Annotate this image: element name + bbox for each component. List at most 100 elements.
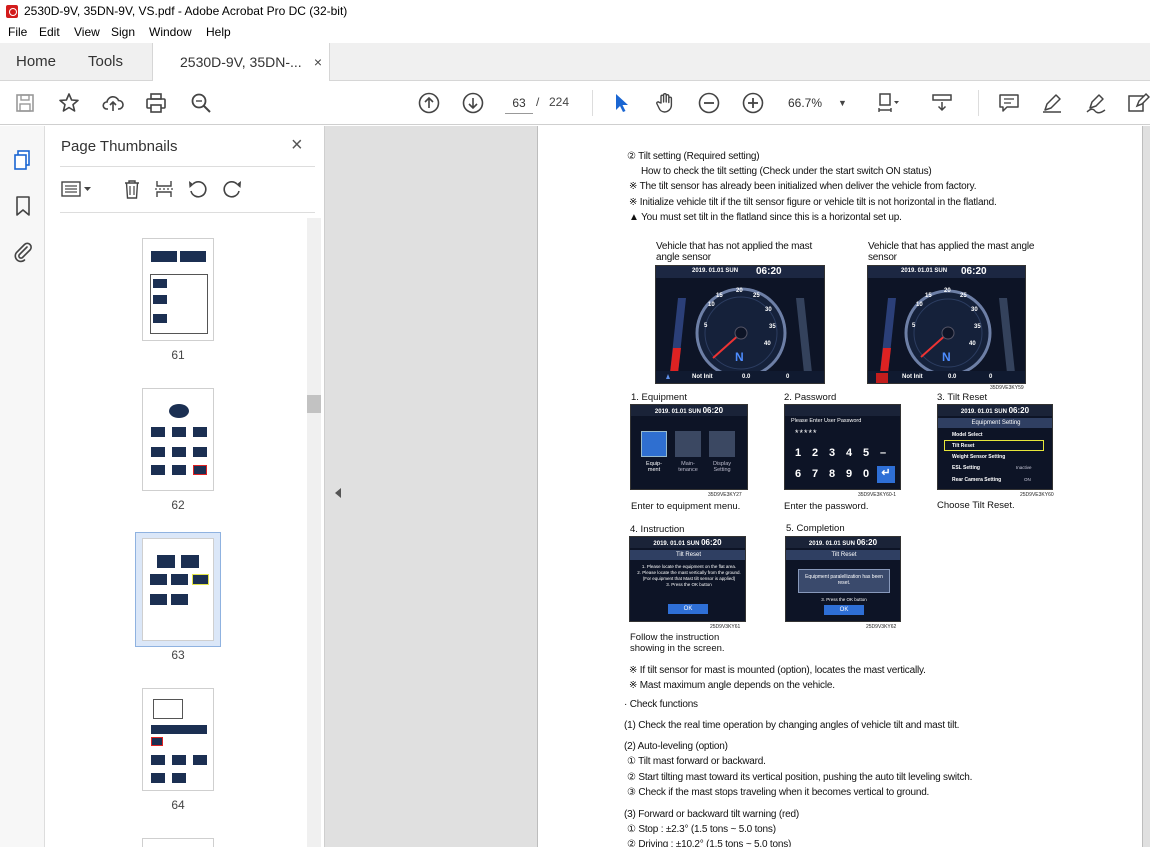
panel-divider — [60, 166, 315, 167]
gauge-tick: 40 — [764, 341, 771, 347]
screen-date: 2019. 01.01 SUN — [960, 409, 1007, 415]
step-caption: Choose Tilt Reset. — [937, 500, 1015, 511]
rotate-clockwise-icon[interactable] — [221, 178, 243, 200]
dashboard-screen-right: 2019. 01.01 SUN 06:20 10 15 20 25 30 35 … — [867, 265, 1026, 384]
hand-tool-icon[interactable] — [653, 91, 677, 115]
panel-divider — [60, 212, 315, 213]
doc-note: ※ If tilt sensor for mast is mounted (op… — [629, 665, 926, 676]
gauge-tick: 30 — [971, 307, 978, 313]
doc-text: ③ Check if the mast stops traveling when… — [627, 787, 930, 798]
dashboard-date: 2019. 01.01 SUN — [901, 268, 948, 274]
highlight-pen-icon[interactable] — [1040, 91, 1064, 115]
menu-tilt-reset: Tilt Reset — [952, 443, 975, 449]
menu-weight-sensor: Weight Sensor Setting — [952, 454, 1006, 460]
draw-sign-icon[interactable] — [1084, 91, 1108, 115]
thumbnail-page-number: 62 — [171, 498, 185, 512]
menu-window[interactable]: Window — [149, 25, 192, 39]
screen-date: 2019. 01.01 SUN — [653, 541, 700, 547]
dashboard-time: 06:20 — [756, 266, 782, 277]
thumbnail-scrollbar[interactable] — [307, 218, 321, 847]
tilt-status: Not Init — [692, 374, 713, 380]
thumbnail-scrollbar-thumb[interactable] — [307, 395, 321, 413]
doc-note: ※ The tilt sensor has already been initi… — [629, 181, 977, 192]
collapse-panel-icon[interactable] — [335, 488, 341, 498]
rotate-counterclockwise-icon[interactable] — [187, 178, 209, 200]
thumbnail-options-menu[interactable] — [60, 178, 94, 200]
zoom-out-icon[interactable] — [697, 91, 721, 115]
thumbnail-page-number: 61 — [171, 348, 185, 362]
screen-date: 2019. 01.01 SUN — [808, 541, 855, 547]
doc-text: (3) Forward or backward tilt warning (re… — [624, 809, 799, 820]
page-number-input[interactable]: 63 — [505, 92, 533, 114]
pdf-page: ② Tilt setting (Required setting) How to… — [537, 126, 1143, 847]
equipment-setting-screen: 2019. 01.01 SUN 06:20 Equipment Setting … — [937, 404, 1053, 490]
bookmark-icon[interactable] — [11, 194, 35, 218]
menu-esl-setting: ESL Setting — [952, 465, 980, 471]
tab-document-label: 2530D-9V, 35DN-... — [180, 54, 302, 70]
menu-edit[interactable]: Edit — [39, 25, 60, 39]
comment-icon[interactable] — [997, 91, 1021, 115]
gauge-tick: 10 — [708, 302, 715, 308]
menu-view[interactable]: View — [74, 25, 100, 39]
zoom-level-select[interactable]: 66.7% ▼ — [788, 92, 847, 114]
toolbar-divider — [978, 90, 979, 116]
dashboard-date: 2019. 01.01 SUN — [692, 268, 739, 274]
toolbar-divider — [592, 90, 593, 116]
extract-pages-icon[interactable] — [153, 178, 175, 200]
menu-file[interactable]: File — [8, 25, 27, 39]
gauge-tick: 30 — [765, 307, 772, 313]
attachment-paperclip-icon[interactable] — [11, 240, 35, 264]
menu-rear-camera: Rear Camera Setting — [952, 477, 1002, 483]
page-thumbnail-selected[interactable] — [142, 538, 214, 641]
select-cursor-icon[interactable] — [609, 91, 633, 115]
fit-page-icon[interactable] — [876, 91, 900, 115]
left-navigation-rail — [0, 126, 45, 847]
tab-home[interactable]: Home — [16, 43, 56, 81]
gauge-tick: 35 — [974, 324, 981, 330]
gauge-tick: 20 — [736, 288, 743, 294]
doc-text: ① Tilt mast forward or backward. — [627, 756, 766, 767]
page-thumbnail[interactable] — [142, 688, 214, 791]
zoom-in-icon[interactable] — [741, 91, 765, 115]
screen-time: 06:20 — [1008, 406, 1030, 415]
doc-subheading: · Check functions — [624, 699, 698, 710]
tab-close-icon[interactable]: × — [314, 43, 322, 81]
tilt-value: 0.0 — [742, 374, 751, 380]
figure-title-left: Vehicle that has not applied the mast an… — [656, 241, 813, 263]
previous-page-icon[interactable] — [417, 91, 441, 115]
doc-text: (1) Check the real time operation by cha… — [624, 720, 960, 731]
acrobat-app-icon — [6, 5, 18, 18]
page-thumbnail[interactable] — [142, 388, 214, 491]
figure-code: 35D9VE3KY27 — [708, 492, 742, 498]
tab-document[interactable]: 2530D-9V, 35DN-... × — [152, 43, 330, 82]
gauge-tick: 5 — [912, 323, 916, 329]
scrolling-mode-icon[interactable] — [930, 91, 954, 115]
tilt-reset-instruction-screen: 2019. 01.01 SUN 06:20 Tilt Reset 1. Plea… — [629, 536, 746, 622]
bookmark-star-icon[interactable] — [57, 91, 81, 115]
print-icon[interactable] — [144, 91, 168, 115]
save-icon[interactable] — [13, 91, 37, 115]
doc-note: ※ Mast maximum angle depends on the vehi… — [629, 680, 835, 691]
window-title: 2530D-9V, 35DN-9V, VS.pdf - Adobe Acroba… — [24, 4, 348, 18]
menu-help[interactable]: Help — [206, 25, 231, 39]
gear-indicator: N — [942, 350, 951, 364]
delete-trash-icon[interactable] — [121, 178, 143, 200]
page-total: 224 — [549, 95, 570, 109]
tab-tools[interactable]: Tools — [88, 43, 123, 81]
gauge-tick: 25 — [753, 293, 760, 299]
dashboard-screen-left: 2019. 01.01 SUN 06:20 10 15 20 25 30 35 … — [655, 265, 825, 384]
page-thumbnail[interactable] — [142, 238, 214, 341]
page-thumbnails-icon[interactable] — [11, 148, 35, 172]
tab-bar: Home Tools 2530D-9V, 35DN-... × — [0, 43, 1150, 82]
next-page-icon[interactable] — [461, 91, 485, 115]
zoom-search-icon[interactable] — [189, 91, 213, 115]
upload-cloud-icon[interactable] — [101, 91, 125, 115]
close-panel-icon[interactable]: × — [291, 134, 303, 157]
gauge-tick: 5 — [704, 323, 708, 329]
page-thumbnail[interactable] — [142, 838, 214, 847]
figure-title-right: Vehicle that has applied the mast angle … — [868, 241, 1035, 263]
zoom-level-value: 66.7% — [788, 96, 823, 110]
fill-sign-icon[interactable] — [1126, 91, 1150, 115]
screen-date: 2019. 01.01 SUN — [654, 409, 701, 415]
menu-sign[interactable]: Sign — [111, 25, 135, 39]
